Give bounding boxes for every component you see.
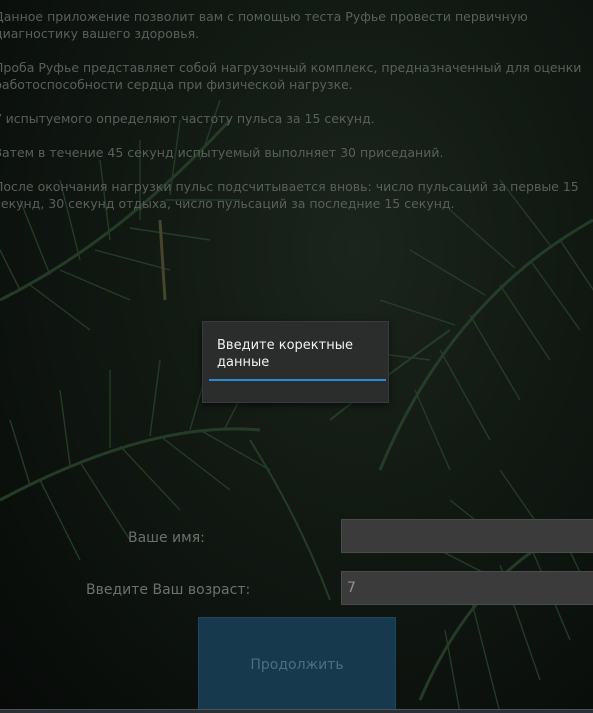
- error-dialog: Введите коректные данные: [202, 321, 389, 403]
- age-field[interactable]: [341, 571, 593, 605]
- intro-paragraph-1: Данное приложение позволит вам с помощью…: [0, 9, 528, 41]
- dialog-message: Введите коректные данные: [217, 338, 353, 370]
- intro-paragraph-2: Проба Руфье представляет собой нагрузочн…: [0, 60, 582, 92]
- bottom-bar: [0, 709, 593, 713]
- intro-text: Данное приложение позволит вам с помощью…: [0, 8, 589, 229]
- intro-paragraph-5: После окончания нагрузки пульс подсчитыв…: [0, 179, 579, 211]
- name-field[interactable]: [341, 519, 593, 553]
- app-screen: Данное приложение позволит вам с помощью…: [0, 0, 593, 713]
- age-label: Введите Ваш возраст:: [86, 582, 251, 598]
- continue-button[interactable]: Продолжить: [198, 617, 396, 713]
- intro-paragraph-4: Затем в течение 45 секунд испытуемый вып…: [0, 145, 444, 160]
- name-label: Ваше имя:: [128, 530, 205, 546]
- dialog-accent-line: [209, 379, 386, 381]
- intro-paragraph-3: У испытуемого определяют частоту пульса …: [0, 111, 375, 126]
